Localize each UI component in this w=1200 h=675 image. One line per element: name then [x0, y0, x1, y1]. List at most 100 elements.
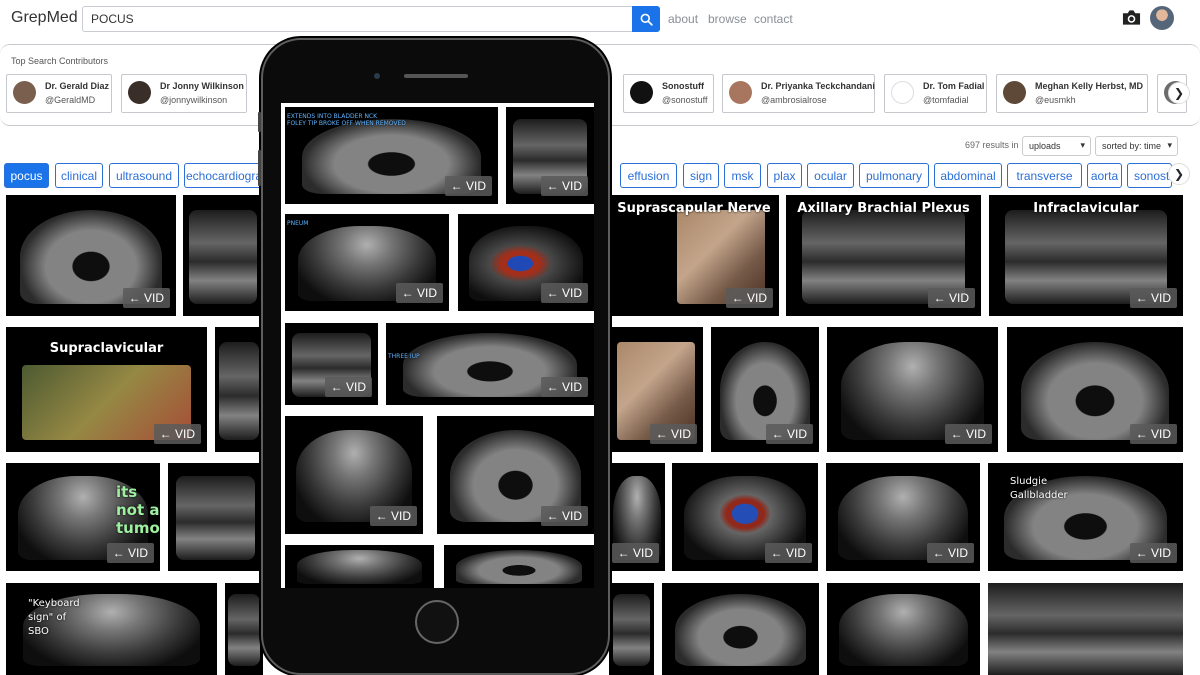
- tag-effusion[interactable]: effusion: [620, 163, 677, 188]
- image-tile[interactable]: [168, 463, 263, 571]
- tag-sonostuff[interactable]: sonost: [1127, 163, 1172, 188]
- image-tile[interactable]: ← VID: [285, 323, 378, 405]
- brand-logo[interactable]: GrepMed: [11, 9, 78, 27]
- tile-caption: EXTENDS INTO BLADDER NCK FOLEY TIP BROKE…: [287, 113, 406, 127]
- vid-badge: ← VID: [153, 424, 201, 444]
- contributor-card[interactable]: Dr Jonny Wilkinson @jonnywilkinson: [121, 74, 247, 113]
- image-tile[interactable]: [988, 583, 1183, 675]
- tile-caption: Infraclavicular: [1033, 201, 1139, 216]
- image-tile[interactable]: ← VID: [285, 416, 423, 534]
- image-tile[interactable]: ← VID: [826, 463, 980, 571]
- image-tile[interactable]: ← VID: [506, 107, 594, 204]
- contributor-card[interactable]: Meghan Kelly Herbst, MD @eusmkh: [996, 74, 1148, 113]
- contributor-name: Sonostuff: [662, 81, 704, 91]
- image-tile[interactable]: EXTENDS INTO BLADDER NCK FOLEY TIP BROKE…: [285, 107, 498, 204]
- vid-badge: ← VID: [944, 424, 992, 444]
- contributor-name: Dr. Gerald Diaz: [45, 81, 110, 91]
- image-tile[interactable]: ← VID: [437, 416, 594, 534]
- phone-home-button: [415, 600, 459, 644]
- tile-caption: its not a tumor: [116, 483, 160, 537]
- chevron-right-icon: ❯: [1173, 86, 1185, 100]
- contributor-card[interactable]: Dr. Priyanka Teckchandani @ambrosialrose: [722, 74, 875, 113]
- tag-msk[interactable]: msk: [724, 163, 761, 188]
- image-tile[interactable]: [662, 583, 819, 675]
- contributor-handle: @tomfadial: [923, 95, 969, 105]
- tile-caption: THREE IUP: [388, 353, 420, 360]
- image-tile[interactable]: Axillary Brachial Plexus ← VID: [786, 195, 981, 316]
- tile-caption: Supraclavicular: [49, 341, 164, 356]
- image-tile[interactable]: Infraclavicular ← VID: [989, 195, 1183, 316]
- nav-about-link[interactable]: about: [668, 12, 698, 26]
- image-tile[interactable]: [225, 583, 263, 675]
- contributor-name: Dr. Tom Fadial: [923, 81, 985, 91]
- phone-screen: EXTENDS INTO BLADDER NCK FOLEY TIP BROKE…: [281, 103, 594, 588]
- filter-select[interactable]: uploads: [1022, 136, 1091, 156]
- contributor-handle: @eusmkh: [1035, 95, 1076, 105]
- avatar: [729, 81, 752, 104]
- image-tile[interactable]: [215, 327, 263, 452]
- image-tile[interactable]: Supraclavicular ← VID: [6, 327, 207, 452]
- tag-transverse[interactable]: transverse: [1007, 163, 1082, 188]
- image-tile[interactable]: [827, 583, 980, 675]
- vid-badge: ← VID: [122, 288, 170, 308]
- search-input[interactable]: [82, 6, 633, 32]
- tag-plax[interactable]: plax: [767, 163, 802, 188]
- navbar: GrepMed about browse contact: [0, 0, 1200, 40]
- contributor-card[interactable]: Sonostuff @sonostuff: [623, 74, 714, 113]
- tags-next-button[interactable]: ❯: [1168, 163, 1190, 185]
- image-tile[interactable]: ← VID: [827, 327, 998, 452]
- image-tile[interactable]: ← VID: [711, 327, 819, 452]
- image-tile[interactable]: THREE IUP ← VID: [386, 323, 594, 405]
- search-icon: [640, 13, 653, 26]
- tag-pocus[interactable]: pocus: [4, 163, 49, 188]
- user-avatar[interactable]: [1150, 6, 1174, 30]
- tag-abdominal[interactable]: abdominal: [934, 163, 1002, 188]
- avatar: [128, 81, 151, 104]
- image-tile[interactable]: ← VID: [609, 327, 703, 452]
- contributor-handle: @ambrosialrose: [761, 95, 827, 105]
- image-tile[interactable]: [183, 195, 263, 316]
- image-tile[interactable]: ← VID: [6, 195, 176, 316]
- image-tile[interactable]: Sludgie Gallbladder ← VID: [988, 463, 1183, 571]
- nav-browse-link[interactable]: browse: [708, 12, 747, 26]
- contributor-name: Meghan Kelly Herbst, MD: [1035, 81, 1144, 91]
- image-tile[interactable]: PNEUM ← VID: [285, 214, 449, 311]
- tag-ocular[interactable]: ocular: [807, 163, 854, 188]
- image-tile[interactable]: ← VID: [458, 214, 594, 311]
- contributor-name: Dr. Priyanka Teckchandani: [761, 81, 875, 91]
- search-bar: [82, 6, 660, 32]
- image-tile[interactable]: [285, 545, 434, 588]
- tag-clinical[interactable]: clinical: [55, 163, 103, 188]
- vid-badge: ← VID: [540, 377, 588, 397]
- tag-aorta[interactable]: aorta: [1087, 163, 1122, 188]
- contributors-next-button[interactable]: ❯: [1168, 82, 1190, 104]
- camera-icon[interactable]: [1122, 9, 1141, 26]
- tag-pulmonary[interactable]: pulmonary: [859, 163, 929, 188]
- image-tile[interactable]: ← VID: [609, 463, 665, 571]
- vid-badge: ← VID: [1129, 424, 1177, 444]
- contributor-card[interactable]: Dr. Tom Fadial @tomfadial: [884, 74, 987, 113]
- contributor-handle: @GeraldMD: [45, 95, 96, 105]
- vid-badge: ← VID: [611, 543, 659, 563]
- image-tile[interactable]: "Keyboard sign" of SBO: [6, 583, 217, 675]
- search-button[interactable]: [632, 6, 660, 32]
- tag-ultrasound[interactable]: ultrasound: [109, 163, 179, 188]
- vid-badge: ← VID: [540, 506, 588, 526]
- image-tile[interactable]: its not a tumor ← VID: [6, 463, 160, 571]
- vid-badge: ← VID: [1129, 543, 1177, 563]
- sort-select[interactable]: sorted by: time: [1095, 136, 1178, 156]
- result-count: 697 results in: [965, 140, 1019, 150]
- vid-badge: ← VID: [1129, 288, 1177, 308]
- tag-sign[interactable]: sign: [683, 163, 719, 188]
- phone-mockup: EXTENDS INTO BLADDER NCK FOLEY TIP BROKE…: [258, 38, 610, 675]
- tag-echocardiogram[interactable]: echocardiogra: [184, 163, 264, 188]
- image-tile[interactable]: ← VID: [672, 463, 818, 571]
- image-tile[interactable]: ← VID: [1007, 327, 1183, 452]
- image-tile[interactable]: [444, 545, 594, 588]
- image-tile[interactable]: Suprascapular Nerve ← VID: [609, 195, 779, 316]
- vid-badge: ← VID: [540, 176, 588, 196]
- image-tile[interactable]: [609, 583, 654, 675]
- vid-badge: ← VID: [106, 543, 154, 563]
- nav-contact-link[interactable]: contact: [754, 12, 793, 26]
- contributor-card[interactable]: Dr. Gerald Diaz @GeraldMD: [6, 74, 112, 113]
